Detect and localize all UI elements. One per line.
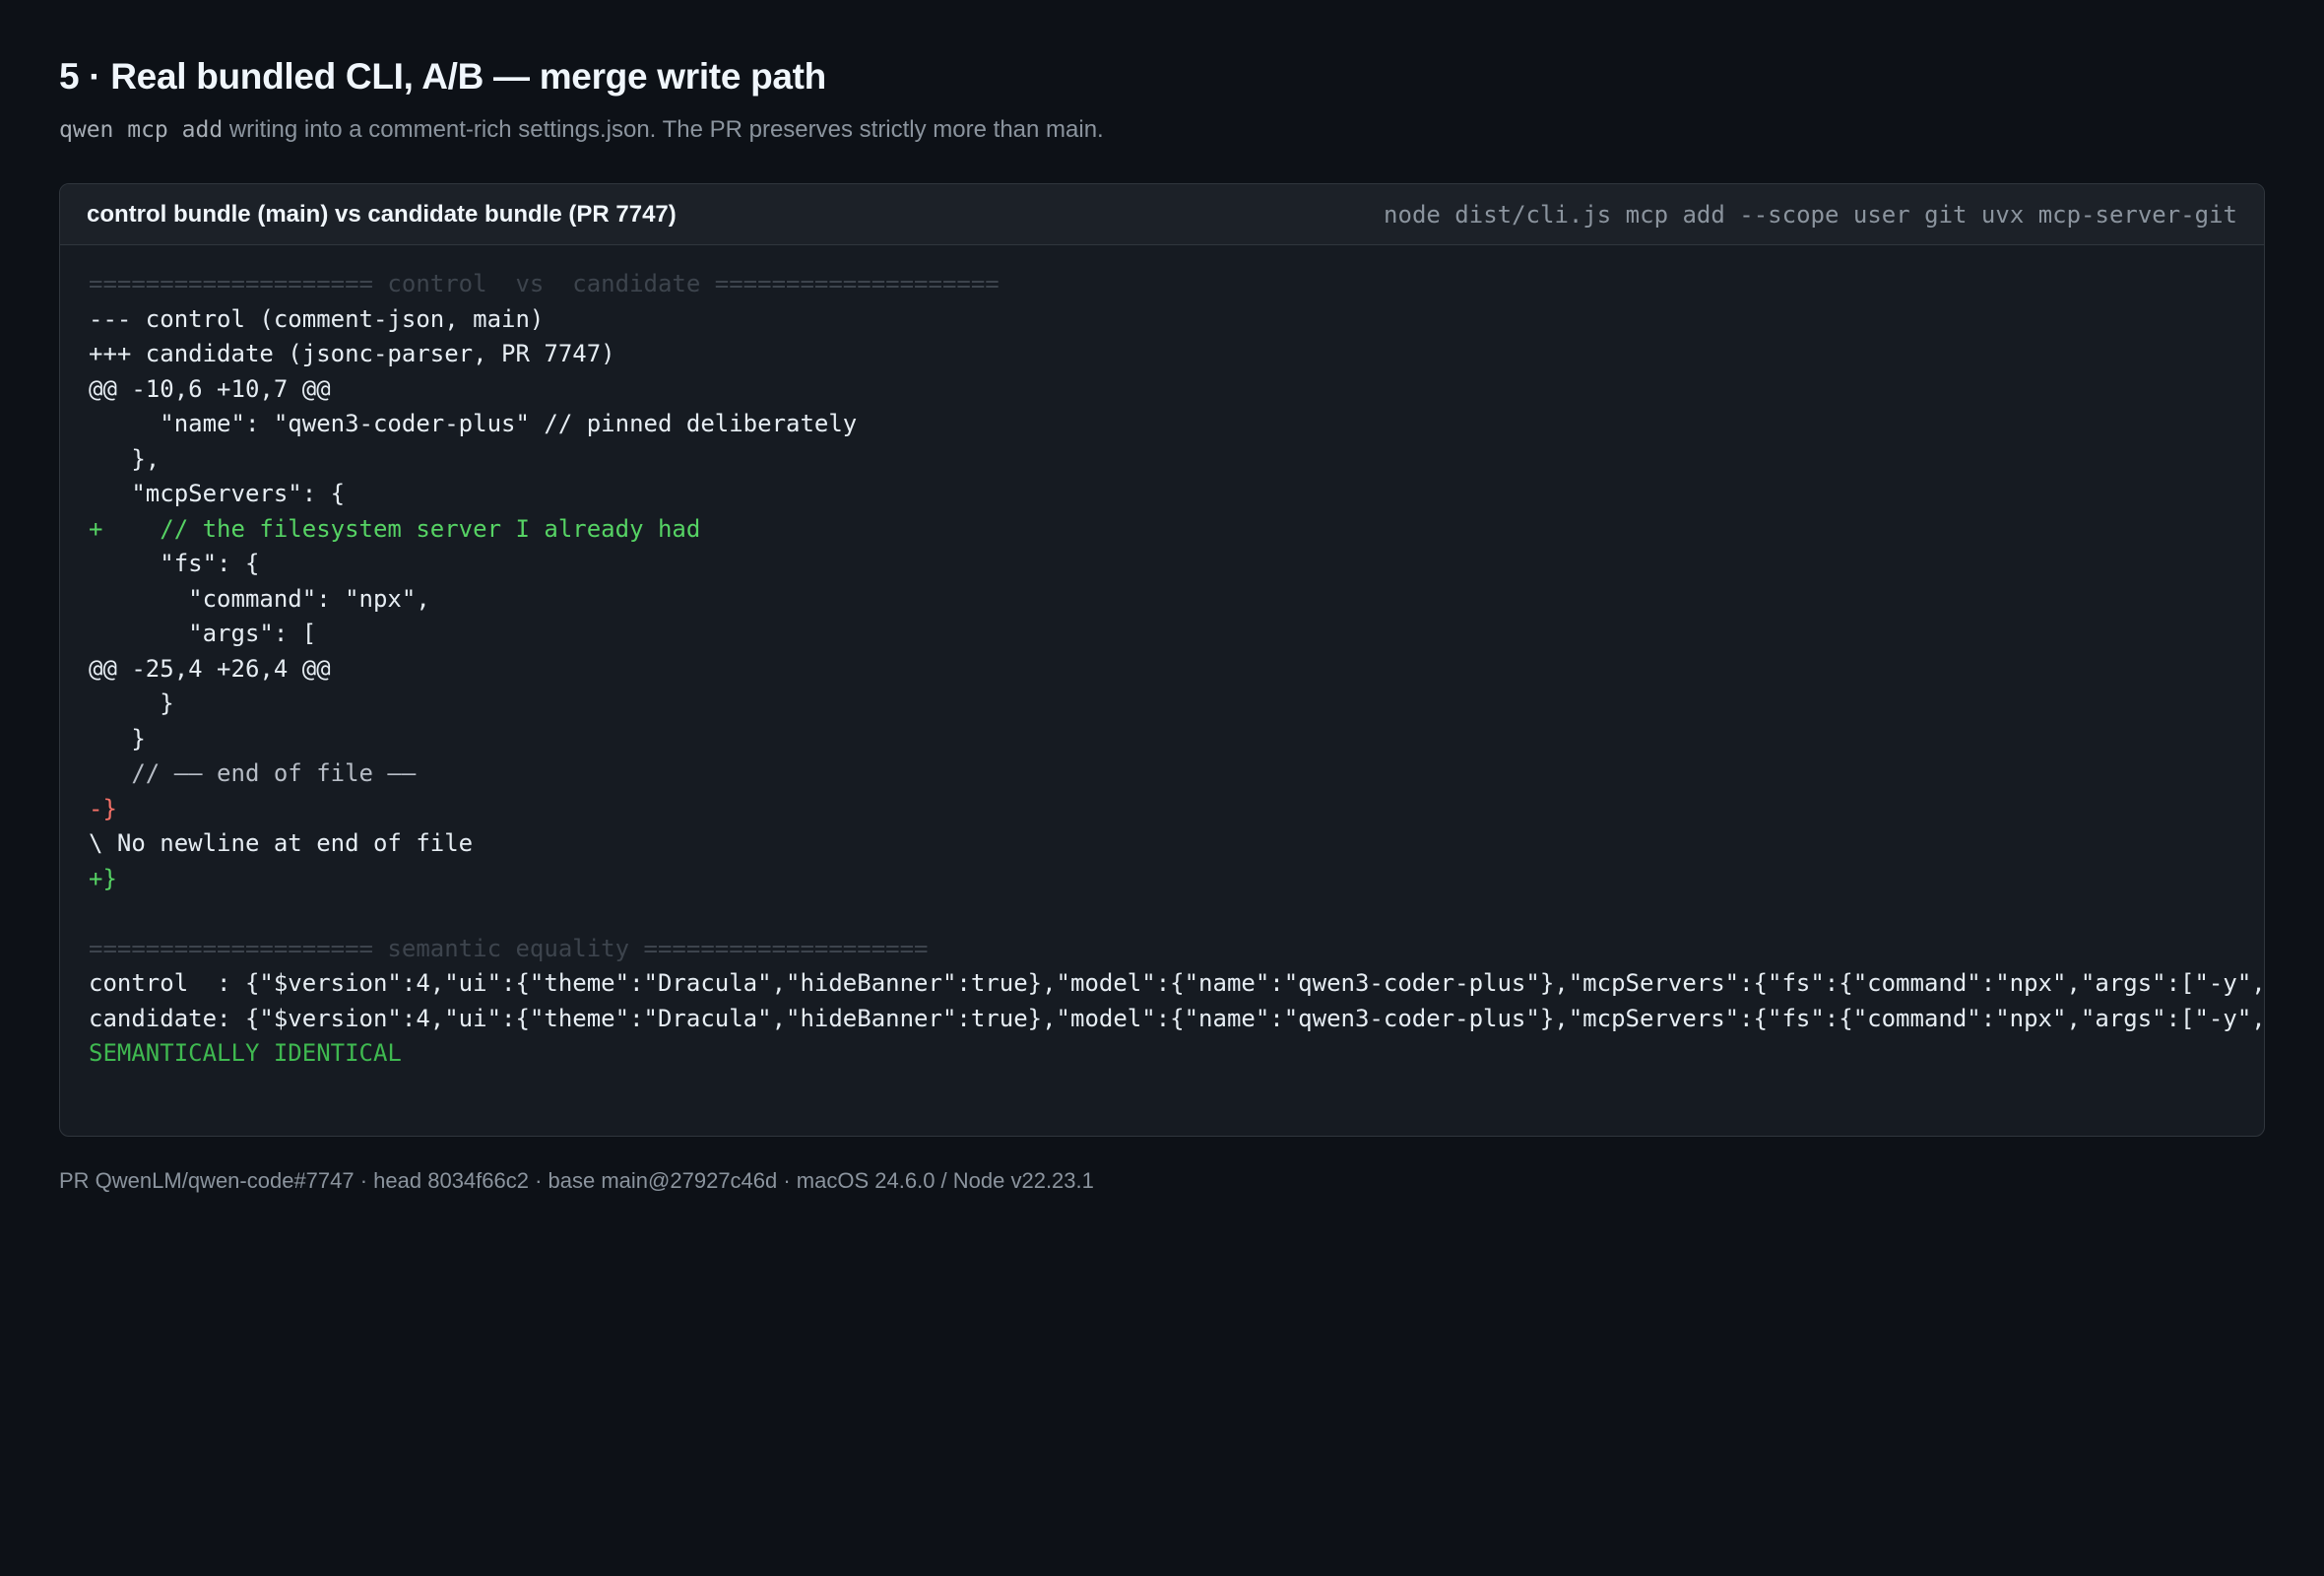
page-subtitle: qwen mcp add writing into a comment-rich… bbox=[59, 112, 2265, 148]
page-title: 5 · Real bundled CLI, A/B — merge write … bbox=[59, 56, 826, 97]
added-line: + // the filesystem server I already had bbox=[89, 514, 701, 543]
candidate-json-line: candidate: {"$version":4,"ui":{"theme":"… bbox=[89, 1004, 2264, 1032]
diff-line: "name": "qwen3-coder-plus" // pinned del… bbox=[89, 410, 858, 437]
hunk-header: @@ -10,6 +10,7 @@ bbox=[89, 374, 331, 403]
subtitle-description: writing into a comment-rich settings.jso… bbox=[223, 116, 1104, 143]
separator-line: ==================== semantic equality =… bbox=[89, 934, 929, 962]
diff-line: "fs": { bbox=[89, 550, 260, 577]
page: 5 · Real bundled CLI, A/B — merge write … bbox=[59, 49, 2265, 1137]
diff-line: +++ candidate (jsonc-parser, PR 7747) bbox=[89, 340, 615, 367]
footer-meta: PR QwenLM/qwen-code#7747 · head 8034f66c… bbox=[59, 1168, 1094, 1193]
diff-line: } bbox=[89, 690, 174, 717]
diff-panel-command: node dist/cli.js mcp add --scope user gi… bbox=[1384, 200, 2237, 229]
removed-line: -} bbox=[89, 794, 117, 822]
diff-line: "args": [ bbox=[89, 620, 317, 647]
diff-output: ==================== control vs candidat… bbox=[60, 245, 2264, 1072]
diff-panel-title: control bundle (main) vs candidate bundl… bbox=[87, 200, 677, 228]
control-json-line: control : {"$version":4,"ui":{"theme":"D… bbox=[89, 969, 2264, 997]
diff-line: // —— end of file —— bbox=[89, 759, 417, 787]
diff-line: "command": "npx", bbox=[89, 584, 430, 613]
added-line: +} bbox=[89, 864, 117, 892]
subtitle-command: qwen mcp add bbox=[59, 117, 224, 143]
diff-line: }, bbox=[89, 444, 161, 473]
diff-panel-header: control bundle (main) vs candidate bundl… bbox=[60, 184, 2264, 245]
diff-panel: control bundle (main) vs candidate bundl… bbox=[59, 183, 2265, 1137]
equality-result: SEMANTICALLY IDENTICAL bbox=[89, 1039, 402, 1067]
hunk-header: @@ -25,4 +26,4 @@ bbox=[89, 654, 331, 683]
separator-line: ==================== control vs candidat… bbox=[89, 270, 1000, 297]
diff-line: } bbox=[89, 724, 146, 753]
diff-line: "mcpServers": { bbox=[89, 480, 346, 507]
diff-line: --- control (comment-json, main) bbox=[89, 304, 545, 333]
diff-line: \ No newline at end of file bbox=[89, 829, 474, 857]
